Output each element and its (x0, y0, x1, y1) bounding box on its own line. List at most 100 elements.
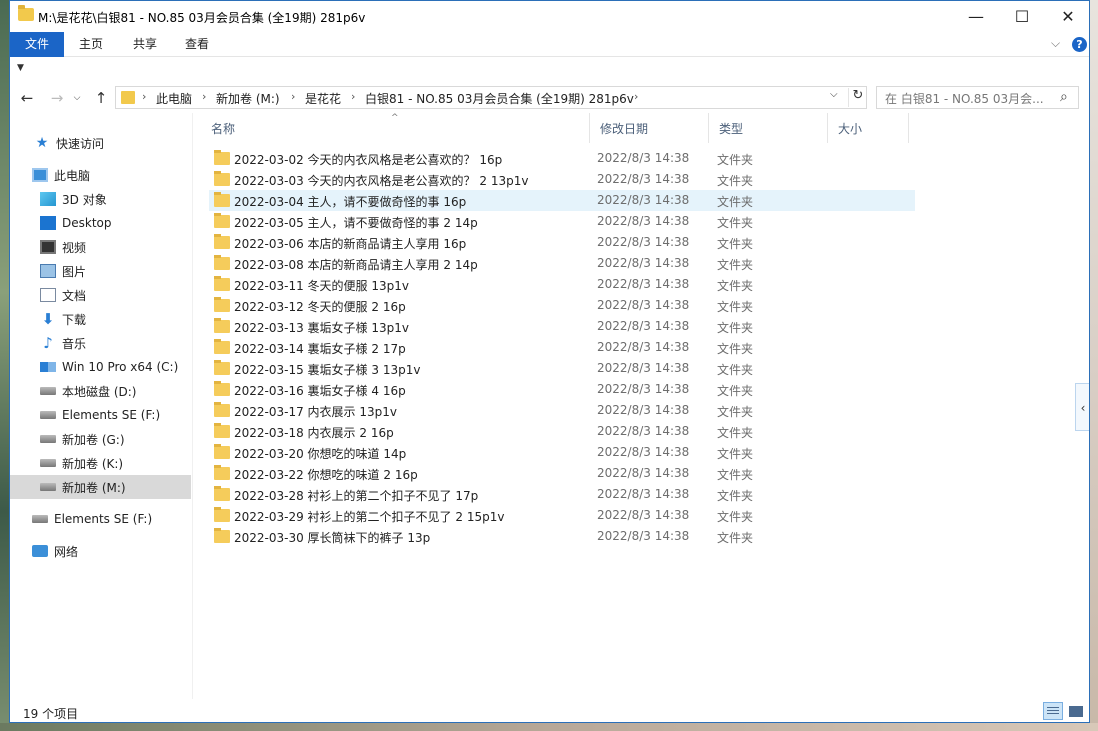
column-name[interactable]: 名称 (201, 113, 590, 143)
search-icon[interactable]: ⌕ (1060, 89, 1068, 105)
folder-icon (214, 465, 230, 480)
folder-icon (214, 234, 230, 249)
sidebar-item-quick-access[interactable]: ★ 快速访问 (10, 131, 191, 155)
sidebar-item-documents[interactable]: 文档 (10, 283, 191, 307)
sidebar-item-drive-m[interactable]: 新加卷 (M:) (10, 475, 191, 499)
sidebar-item-drive-c[interactable]: Win 10 Pro x64 (C:) (10, 355, 191, 379)
file-row[interactable]: 2022-03-12 冬天的便服 2 16p 2022/8/3 14:38 文件夹 (209, 295, 915, 316)
forward-button[interactable]: → (46, 87, 68, 109)
close-button[interactable]: ✕ (1045, 1, 1089, 32)
file-row[interactable]: 2022-03-04 主人，请不要做奇怪的事 16p 2022/8/3 14:38… (209, 190, 915, 211)
breadcrumb-separator[interactable]: › (634, 90, 638, 103)
file-type: 文件夹 (717, 153, 754, 167)
breadcrumb-separator[interactable]: › (291, 90, 295, 103)
sidebar-item-pictures[interactable]: 图片 (10, 259, 191, 283)
help-icon[interactable]: ? (1072, 37, 1087, 52)
file-name: 2022-03-20 你想吃的味道 14p (234, 447, 407, 461)
file-row[interactable]: 2022-03-18 内衣展示 2 16p 2022/8/3 14:38 文件夹 (209, 421, 915, 442)
file-row[interactable]: 2022-03-20 你想吃的味道 14p 2022/8/3 14:38 文件夹 (209, 442, 915, 463)
drive-icon (40, 459, 56, 467)
sidebar-item-downloads[interactable]: ⬇ 下载 (10, 307, 191, 331)
file-row[interactable]: 2022-03-30 厚长筒袜下的裤子 13p 2022/8/3 14:38 文件夹 (209, 526, 915, 547)
file-row[interactable]: 2022-03-11 冬天的便服 13p1v 2022/8/3 14:38 文件夹 (209, 274, 915, 295)
drive-icon (40, 387, 56, 395)
sidebar-item-music[interactable]: ♪ 音乐 (10, 331, 191, 355)
up-button[interactable]: ↑ (90, 87, 112, 109)
file-row[interactable]: 2022-03-03 今天的内衣风格是老公喜欢的？ 2 13p1v 2022/8/… (209, 169, 915, 190)
file-date: 2022/8/3 14:38 (597, 487, 690, 501)
file-row[interactable]: 2022-03-13 裏垢女子様 13p1v 2022/8/3 14:38 文件夹 (209, 316, 915, 337)
music-icon: ♪ (43, 334, 53, 352)
file-name: 2022-03-30 厚长筒袜下的裤子 13p (234, 531, 431, 545)
file-name: 2022-03-06 本店的新商品请主人享用 16p (234, 237, 467, 251)
refresh-icon[interactable]: ↻ (848, 88, 867, 107)
breadcrumb-separator[interactable]: › (202, 90, 206, 103)
maximize-button[interactable]: ☐ (999, 1, 1045, 32)
sidebar-item-network[interactable]: 网络 (10, 539, 191, 563)
sidebar-item-3d-objects[interactable]: 3D 对象 (10, 187, 191, 211)
file-name: 2022-03-12 冬天的便服 2 16p (234, 300, 406, 314)
tab-file[interactable]: 文件 (10, 32, 64, 57)
file-date: 2022/8/3 14:38 (597, 151, 690, 165)
details-view-icon[interactable] (1043, 702, 1063, 720)
file-row[interactable]: 2022-03-14 裏垢女子様 2 17p 2022/8/3 14:38 文件夹 (209, 337, 915, 358)
breadcrumb-this-pc[interactable]: 此电脑 (156, 90, 192, 107)
file-type: 文件夹 (717, 363, 754, 377)
file-row[interactable]: 2022-03-08 本店的新商品请主人享用 2 14p 2022/8/3 14:… (209, 253, 915, 274)
tab-view[interactable]: 查看 (174, 32, 220, 57)
column-header: ^ 名称 修改日期 类型 大小 (201, 113, 1089, 143)
breadcrumb-separator[interactable]: › (351, 90, 355, 103)
file-date: 2022/8/3 14:38 (597, 193, 690, 207)
sidebar-item-drive-d[interactable]: 本地磁盘 (D:) (10, 379, 191, 403)
address-bar[interactable]: › 此电脑 › 新加卷 (M:) › 是花花 › 白银81 - NO.85 03… (115, 86, 867, 109)
drive-icon (32, 515, 48, 523)
folder-icon (214, 528, 230, 543)
sidebar-item-elements-se[interactable]: Elements SE (F:) (10, 507, 191, 531)
file-type: 文件夹 (717, 384, 754, 398)
documents-icon (40, 288, 56, 302)
file-date: 2022/8/3 14:38 (597, 508, 690, 522)
details-pane-toggle[interactable]: ‹ (1075, 383, 1089, 431)
back-button[interactable]: ← (16, 87, 38, 109)
recent-locations-button[interactable]: ⌵ (70, 87, 84, 109)
sidebar-item-drive-k[interactable]: 新加卷 (K:) (10, 451, 191, 475)
sidebar-item-desktop[interactable]: Desktop (10, 211, 191, 235)
breadcrumb-drive-m[interactable]: 新加卷 (M:) (216, 90, 280, 107)
file-name: 2022-03-29 衬衫上的第二个扣子不见了 2 15p1v (234, 510, 505, 524)
file-row[interactable]: 2022-03-17 内衣展示 13p1v 2022/8/3 14:38 文件夹 (209, 400, 915, 421)
sidebar-item-drive-f[interactable]: Elements SE (F:) (10, 403, 191, 427)
sidebar-item-this-pc[interactable]: 此电脑 (10, 163, 191, 187)
file-row[interactable]: 2022-03-06 本店的新商品请主人享用 16p 2022/8/3 14:38… (209, 232, 915, 253)
large-icons-view-icon[interactable] (1067, 703, 1083, 718)
sidebar-item-label: 此电脑 (54, 168, 91, 183)
search-input[interactable]: 在 白银81 - NO.85 03月会... ⌕ (876, 86, 1079, 109)
breadcrumb-folder-huahua[interactable]: 是花花 (305, 90, 341, 107)
folder-icon (214, 444, 230, 459)
file-row[interactable]: 2022-03-29 衬衫上的第二个扣子不见了 2 15p1v 2022/8/3 … (209, 505, 915, 526)
column-date-modified[interactable]: 修改日期 (590, 113, 709, 143)
column-size[interactable]: 大小 (828, 113, 909, 143)
file-row[interactable]: 2022-03-15 裏垢女子様 3 13p1v 2022/8/3 14:38 文件… (209, 358, 915, 379)
sidebar-item-drive-g[interactable]: 新加卷 (G:) (10, 427, 191, 451)
minimize-button[interactable]: — (953, 1, 999, 32)
address-dropdown-icon[interactable]: ⌵ (830, 89, 838, 100)
customize-toolbar-icon[interactable]: ▼ (17, 63, 24, 73)
file-row[interactable]: 2022-03-05 主人，请不要做奇怪的事 2 14p 2022/8/3 14:… (209, 211, 915, 232)
file-date: 2022/8/3 14:38 (597, 445, 690, 459)
file-row[interactable]: 2022-03-22 你想吃的味道 2 16p 2022/8/3 14:38 文件夹 (209, 463, 915, 484)
column-type[interactable]: 类型 (709, 113, 828, 143)
sidebar-item-label: 下载 (62, 312, 87, 327)
tab-home[interactable]: 主页 (68, 32, 114, 57)
drive-icon (40, 411, 56, 419)
sidebar-item-label: Elements SE (F:) (54, 512, 153, 526)
breadcrumb-current-folder[interactable]: 白银81 - NO.85 03月会员合集 (全19期) 281p6v (365, 90, 634, 107)
file-row[interactable]: 2022-03-28 衬衫上的第二个扣子不见了 17p 2022/8/3 14:3… (209, 484, 915, 505)
expand-ribbon-chevron-icon[interactable]: ⌵ (1051, 36, 1060, 51)
title-bar[interactable]: M:\是花花\白银81 - NO.85 03月会员合集 (全19期) 281p6… (10, 1, 1089, 32)
breadcrumb-separator[interactable]: › (142, 90, 146, 103)
file-row[interactable]: 2022-03-02 今天的内衣风格是老公喜欢的？ 16p 2022/8/3 14… (209, 148, 915, 169)
file-row[interactable]: 2022-03-16 裏垢女子様 4 16p 2022/8/3 14:38 文件夹 (209, 379, 915, 400)
tab-share[interactable]: 共享 (122, 32, 168, 57)
sidebar-item-videos[interactable]: 视频 (10, 235, 191, 259)
file-date: 2022/8/3 14:38 (597, 256, 690, 270)
